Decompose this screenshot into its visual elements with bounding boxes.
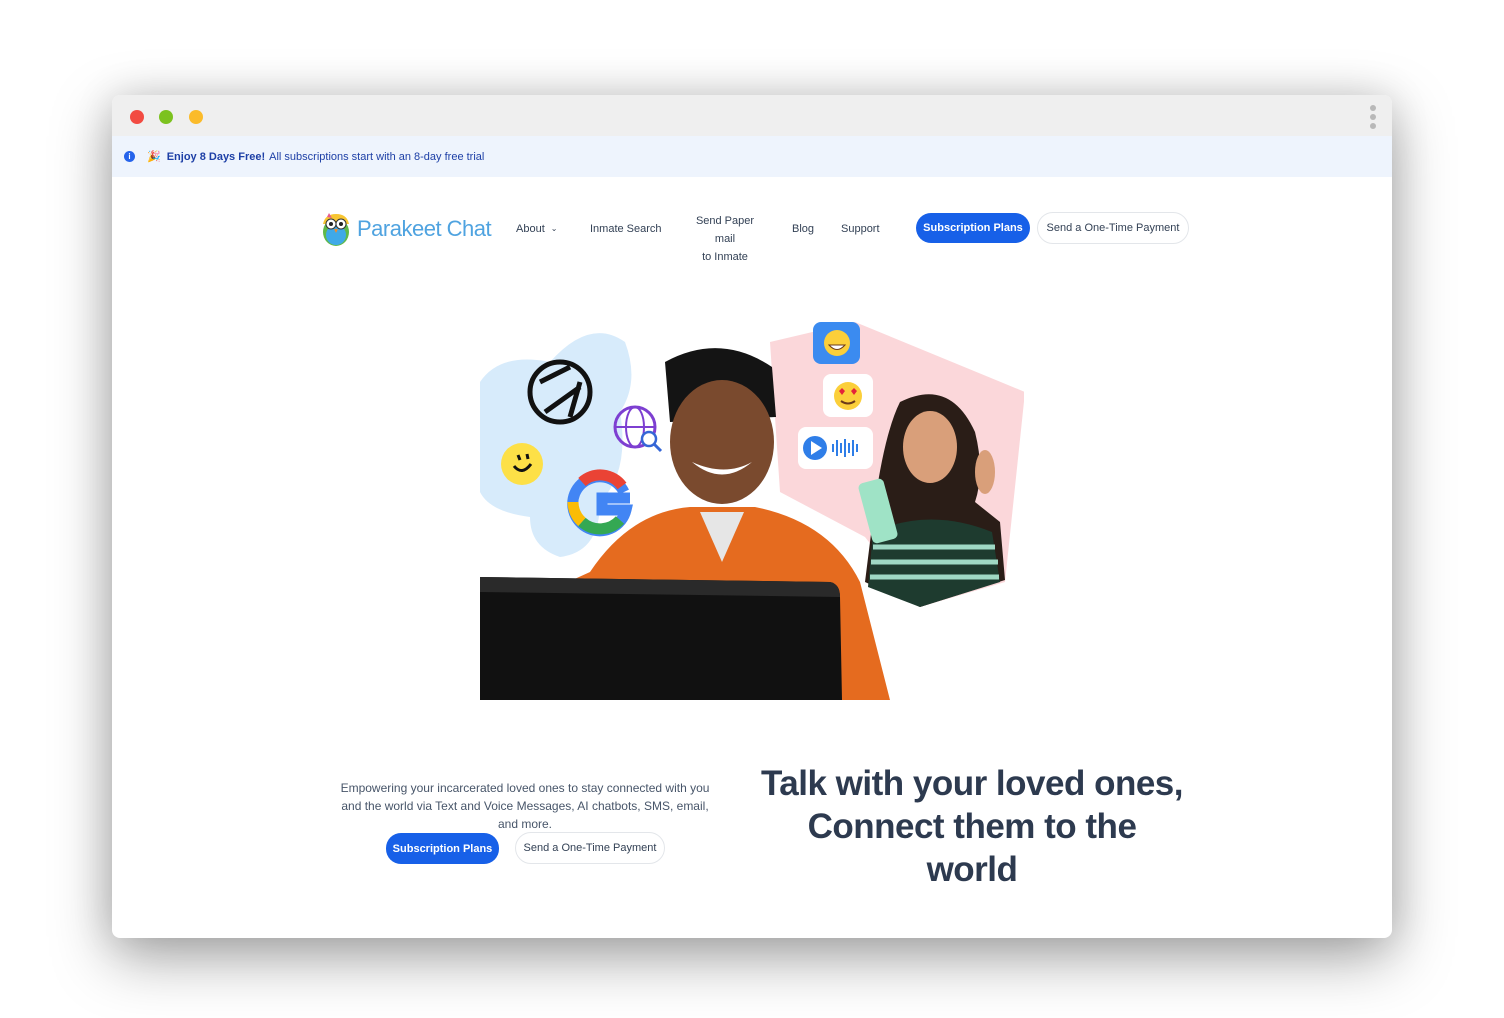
party-popper-icon: 🎉 bbox=[147, 151, 161, 163]
nav-support[interactable]: Support bbox=[841, 223, 880, 235]
emoji-chat-bubble-grin bbox=[813, 322, 860, 364]
logo[interactable]: Parakeet Chat bbox=[319, 210, 492, 247]
computer-monitor bbox=[480, 577, 842, 700]
hero-tagline: Empowering your incarcerated loved ones … bbox=[340, 781, 710, 831]
hero-subscription-plans-button[interactable]: Subscription Plans bbox=[386, 833, 499, 864]
hero-illustration bbox=[480, 322, 1024, 700]
main-nav: Parakeet Chat About ⌄ Inmate Search Send … bbox=[112, 207, 1392, 263]
emoji-chat-bubble-heart-eyes bbox=[823, 374, 873, 417]
promo-banner: i 🎉 Enjoy 8 Days Free! All subscriptions… bbox=[112, 136, 1392, 177]
nav-about[interactable]: About ⌄ bbox=[516, 223, 557, 235]
nav-paper-mail-line2: to Inmate bbox=[702, 251, 748, 263]
minimize-window-button[interactable] bbox=[159, 110, 173, 124]
headline-line-1: Talk with your loved ones, bbox=[761, 764, 1184, 803]
close-window-button[interactable] bbox=[130, 110, 144, 124]
nav-blog[interactable]: Blog bbox=[792, 223, 814, 235]
voice-message-bubble bbox=[798, 427, 873, 469]
nav-one-time-payment-button[interactable]: Send a One-Time Payment bbox=[1037, 212, 1189, 244]
nav-send-paper-mail[interactable]: Send Paper mail to Inmate bbox=[685, 212, 765, 266]
browser-window: i 🎉 Enjoy 8 Days Free! All subscriptions… bbox=[112, 95, 1392, 938]
headline-line-3: world bbox=[926, 850, 1018, 889]
nav-inmate-search[interactable]: Inmate Search bbox=[590, 223, 662, 235]
logo-text: Parakeet Chat bbox=[357, 215, 492, 241]
nav-subscription-plans-button[interactable]: Subscription Plans bbox=[916, 213, 1030, 243]
parakeet-logo-icon bbox=[323, 213, 349, 246]
maximize-window-button[interactable] bbox=[189, 110, 203, 124]
kebab-menu-icon[interactable] bbox=[1370, 105, 1378, 129]
nav-paper-mail-line1: Send Paper mail bbox=[695, 215, 755, 245]
chevron-down-icon: ⌄ bbox=[550, 224, 558, 233]
smiley-icon bbox=[501, 443, 543, 485]
info-icon: i bbox=[124, 151, 135, 162]
hero-headline: Talk with your loved ones, Connect them … bbox=[742, 762, 1202, 891]
banner-text: All subscriptions start with an 8-day fr… bbox=[269, 150, 485, 163]
hero-one-time-payment-button[interactable]: Send a One-Time Payment bbox=[515, 832, 665, 864]
title-bar bbox=[112, 95, 1392, 136]
banner-bold-text: Enjoy 8 Days Free! bbox=[166, 150, 266, 163]
headline-line-2: Connect them to the bbox=[807, 807, 1137, 846]
nav-about-label: About bbox=[516, 223, 545, 235]
